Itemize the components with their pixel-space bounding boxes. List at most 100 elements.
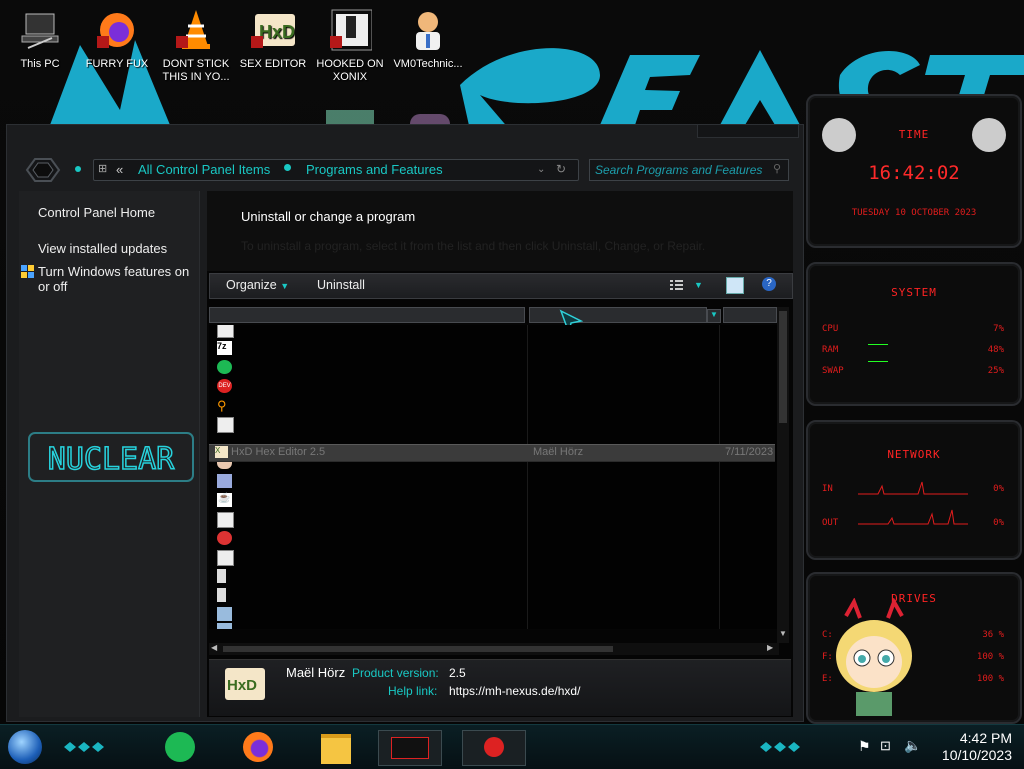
- file-explorer-taskbar-button[interactable]: [316, 730, 356, 764]
- swap-value: 25%: [987, 366, 1004, 376]
- help-icon[interactable]: ?: [762, 277, 776, 291]
- breadcrumb-all-control-panel[interactable]: All Control Panel Items: [138, 162, 270, 177]
- vertical-scrollbar[interactable]: ▼: [777, 307, 789, 643]
- volume-icon[interactable]: 🔈: [904, 737, 921, 754]
- svg-text:HxD: HxD: [227, 677, 257, 694]
- scroll-down-icon[interactable]: ▼: [779, 629, 787, 638]
- address-bar[interactable]: ⊞ « All Control Panel Items Programs and…: [93, 159, 579, 181]
- installer-icon[interactable]: [217, 607, 232, 621]
- spotify-icon[interactable]: [217, 360, 232, 374]
- organize-button[interactable]: Organize ▼: [226, 278, 289, 292]
- 7zip-icon[interactable]: 7z: [217, 341, 232, 355]
- preview-pane-icon[interactable]: [726, 277, 744, 294]
- document-icon[interactable]: [217, 569, 226, 583]
- action-center-flag-icon[interactable]: ⚑: [858, 738, 871, 755]
- sidebar-item-view-installed-updates[interactable]: View installed updates: [38, 241, 167, 256]
- net-out-value: 0%: [993, 518, 1004, 528]
- desktop-icon-hxd[interactable]: HxD SEX EDITOR: [237, 6, 309, 71]
- program-window-icon[interactable]: [217, 512, 234, 528]
- taskbar-date: 10/10/2023: [941, 747, 1012, 763]
- back-forward-orb-icon[interactable]: [23, 155, 61, 183]
- scroll-left-icon[interactable]: ◀: [211, 643, 217, 652]
- ram-label: RAM: [822, 345, 839, 355]
- scroll-thumb[interactable]: [223, 646, 613, 652]
- breadcrumb-programs-and-features[interactable]: Programs and Features: [306, 162, 443, 177]
- scroll-right-icon[interactable]: ▶: [767, 643, 773, 652]
- desktop-icon-this-pc[interactable]: This PC: [4, 6, 76, 71]
- column-header-name[interactable]: [209, 307, 525, 323]
- xonix-taskbar-button[interactable]: [462, 730, 526, 766]
- page-title: Uninstall or change a program: [241, 209, 416, 224]
- address-dropdown-icon[interactable]: ⌄: [537, 164, 545, 175]
- desktop-icon-label: This PC: [20, 58, 60, 70]
- firefox-taskbar-button[interactable]: [238, 730, 278, 764]
- network-status-icon[interactable]: ⊡: [880, 738, 891, 754]
- control-panel-taskbar-button[interactable]: [378, 730, 442, 766]
- xonix-game-icon: [328, 8, 373, 52]
- search-tool-icon[interactable]: ⚲: [217, 398, 232, 413]
- desktop-icon-xonix[interactable]: HOOKED ON XONIX: [314, 6, 386, 84]
- program-name: HxD Hex Editor 2.5: [231, 446, 326, 458]
- start-orb-button[interactable]: [8, 730, 42, 764]
- ram-value: 48%: [987, 345, 1004, 355]
- desktop-icon-vlc[interactable]: DONT STICK THIS IN YO...: [159, 6, 233, 84]
- column-header-publisher[interactable]: [529, 307, 707, 323]
- sidebar-item-control-panel-home[interactable]: Control Panel Home: [38, 205, 155, 220]
- program-list: 7z DEV ⚲ ☕: [209, 325, 777, 629]
- sidebar-item-turn-windows-features[interactable]: Turn Windows features on or off: [38, 264, 198, 294]
- main-content: Uninstall or change a program To uninsta…: [207, 191, 793, 717]
- desktop-icon-vm0[interactable]: VM0Technic...: [390, 6, 466, 71]
- window-frame-accent: [697, 125, 799, 138]
- hxd-icon: HxD: [251, 8, 295, 52]
- drive-e-value: 100 %: [976, 674, 1004, 684]
- spotify-taskbar-button[interactable]: [160, 730, 200, 764]
- gadget-clock: 16:42:02: [868, 162, 960, 184]
- drive-f-value: 100 %: [976, 652, 1004, 662]
- view-options-icon[interactable]: [670, 278, 684, 290]
- version-value: 2.5: [449, 666, 466, 680]
- swap-bar: [868, 361, 888, 362]
- nuclear-logo: NUCLEAR: [27, 429, 195, 485]
- ram-bar: [868, 344, 888, 345]
- svg-text:NUCLEAR: NUCLEAR: [48, 442, 175, 477]
- help-link-value[interactable]: https://mh-nexus.de/hxd/: [449, 684, 580, 698]
- desktop-icon-label: FURRY FUX: [85, 58, 149, 70]
- desktop-icon-firefox[interactable]: FURRY FUX: [81, 6, 153, 71]
- details-pane: HxD Maël Hörz Product version: 2.5 Help …: [209, 659, 791, 716]
- view-dropdown-icon[interactable]: ▼: [694, 280, 703, 290]
- devcpp-icon[interactable]: DEV: [217, 379, 232, 393]
- search-input[interactable]: Search Programs and Features ⚲: [589, 159, 789, 181]
- column-dropdown-icon[interactable]: ▼: [707, 309, 721, 323]
- horizontal-scrollbar[interactable]: ◀ ▶: [209, 643, 779, 655]
- java-icon[interactable]: ☕: [217, 493, 232, 507]
- column-header-installed-on[interactable]: [723, 307, 777, 323]
- document-icon[interactable]: [217, 588, 226, 602]
- doctor-avatar-icon: [406, 8, 450, 52]
- search-icon[interactable]: ⚲: [773, 162, 781, 175]
- program-window-icon[interactable]: [217, 550, 234, 566]
- version-label: Product version:: [352, 666, 439, 680]
- svg-text:HxD: HxD: [259, 22, 295, 42]
- recent-pages-dot-icon[interactable]: [75, 166, 81, 172]
- installer-icon[interactable]: [217, 623, 232, 629]
- breadcrumb-overflow-icon[interactable]: «: [116, 162, 123, 177]
- content-header: Uninstall or change a program To uninsta…: [207, 191, 793, 271]
- refresh-icon[interactable]: ↻: [556, 162, 566, 176]
- net-in-value: 0%: [993, 484, 1004, 494]
- taskbar-clock[interactable]: 4:42 PM 10/10/2023: [942, 730, 1012, 764]
- program-window-icon[interactable]: [217, 325, 234, 338]
- breadcrumb-separator-icon[interactable]: [284, 164, 291, 171]
- red-button-icon[interactable]: [217, 531, 232, 545]
- table-row-selected[interactable]: X HxD Hex Editor 2.5 Maël Hörz 7/11/2023: [209, 444, 775, 462]
- scroll-thumb[interactable]: [779, 311, 787, 423]
- drives-gadget: DRIVES C: 36 % F: 100 % E: 100 %: [806, 572, 1022, 724]
- hxd-small-icon: X: [215, 446, 228, 458]
- uninstall-button[interactable]: Uninstall: [317, 278, 365, 292]
- program-window-icon[interactable]: [217, 417, 234, 433]
- system-gadget: SYSTEM CPU 7% RAM 48% SWAP 25%: [806, 262, 1022, 406]
- control-panel-icon: ⊞: [98, 163, 108, 175]
- drive-c-value: 36 %: [982, 630, 1004, 640]
- network-tool-icon[interactable]: [217, 474, 232, 488]
- windows-features-shield-icon: [21, 265, 35, 279]
- vlc-cone-icon: [174, 8, 218, 52]
